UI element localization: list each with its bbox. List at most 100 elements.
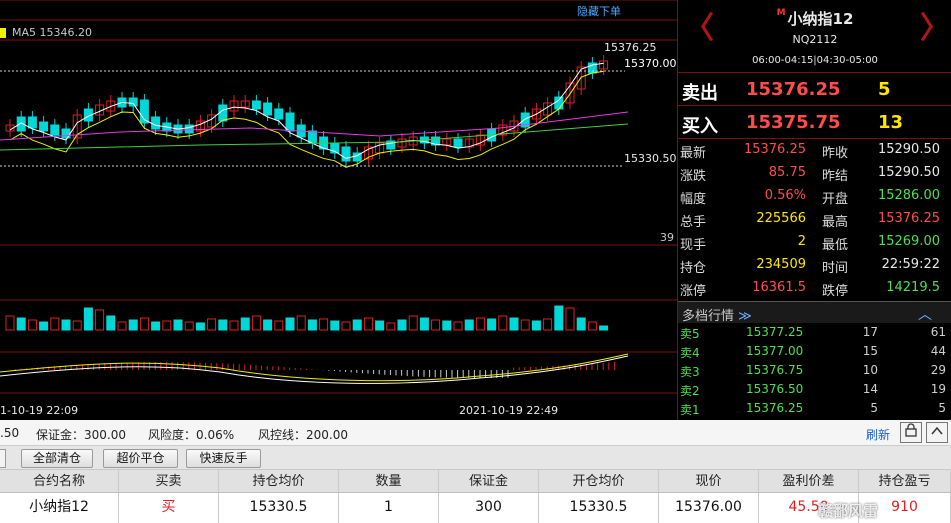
table-cell: 1	[339, 493, 439, 523]
volume-bar-up	[50, 317, 60, 331]
candle-down	[128, 97, 138, 107]
volume-bar-up	[319, 318, 329, 331]
volume-bar-up	[453, 321, 463, 331]
quote-value: 15269.00	[877, 234, 940, 249]
depth-row[interactable]: 卖3 15376.75 10 29	[678, 363, 951, 379]
table-cell: 300	[439, 493, 539, 523]
watermark: 赣鄱风雷	[818, 502, 879, 520]
position-panel: .50 保证金：300.00 风险度：0.06% 风控线：200.00 刷新 全…	[0, 420, 951, 523]
depth-label: 卖2	[680, 384, 700, 398]
column-header[interactable]: 开仓均价	[539, 470, 659, 492]
volume-bar-down	[531, 320, 541, 331]
volume-bar-down	[352, 319, 362, 331]
collapse-icon[interactable]: ︿	[918, 304, 932, 324]
quote-value: 15286.00	[877, 188, 940, 203]
super-close-button[interactable]: 超价平仓	[103, 449, 178, 468]
depth-qty-total: 44	[930, 344, 946, 358]
symbol-header: 〈 〉 M 小纳指12 NQ2112 06:00-04:15|04:30-05:0…	[678, 0, 951, 73]
column-header[interactable]: 持仓均价	[219, 470, 339, 492]
volume-axis-label: 39	[660, 231, 674, 244]
volume-bar-down	[442, 320, 452, 331]
volume-bar-down	[285, 317, 295, 331]
expand-icon[interactable]: ≫	[738, 309, 752, 324]
trading-app: MA5 15346.20 隐藏下单 15376.25 15370.00 1533…	[0, 0, 951, 523]
volume-bar-up	[72, 320, 82, 331]
quote-label: 开盘	[822, 192, 849, 207]
buy-row[interactable]: 买入 15375.75 13	[678, 106, 951, 139]
dif-line	[0, 355, 629, 384]
volume-bar-up	[386, 322, 396, 331]
close-all-button[interactable]: 全部清仓	[21, 449, 93, 468]
reverse-button[interactable]: 快速反手	[186, 449, 261, 468]
volume-bar-up	[341, 321, 351, 331]
hide-order-link[interactable]: 隐藏下单	[577, 5, 621, 18]
depth-row[interactable]: 卖5 15377.25 17 61	[678, 325, 951, 341]
time-label-mid: 2021-10-19 22:49	[459, 404, 558, 417]
depth-qty: 17	[862, 325, 878, 339]
column-header[interactable]: 持仓盈亏	[859, 470, 951, 492]
depth-row[interactable]: 卖1 15376.25 5 5	[678, 401, 951, 417]
candle-down	[285, 112, 295, 132]
candle-down	[151, 116, 161, 130]
quote-label: 最高	[822, 215, 849, 230]
depth-row[interactable]: 卖4 15377.00 15 44	[678, 344, 951, 360]
refresh-link[interactable]: 刷新	[866, 426, 890, 443]
quote-panel: 〈 〉 M 小纳指12 NQ2112 06:00-04:15|04:30-05:0…	[677, 0, 951, 420]
dea-line	[0, 353, 629, 382]
quote-value: 234509	[756, 257, 806, 272]
quote-label: 昨结	[822, 169, 849, 184]
column-header[interactable]: 买卖	[119, 470, 219, 492]
ma-legend-marker	[0, 28, 6, 38]
market-badge-icon: M	[776, 8, 786, 18]
depth-row[interactable]: 卖2 15376.50 14 19	[678, 382, 951, 398]
column-header[interactable]: 现价	[659, 470, 759, 492]
hidden-button-edge[interactable]	[0, 449, 6, 468]
volume-bar-down	[151, 321, 161, 331]
sell-row[interactable]: 卖出 15376.25 5	[678, 73, 951, 106]
column-header[interactable]: 盈利价差	[759, 470, 859, 492]
column-header[interactable]: 合约名称	[0, 470, 119, 492]
quote-value: 15376.25	[743, 142, 806, 157]
quote-value: 15376.25	[877, 211, 940, 226]
volume-bar-down	[39, 321, 49, 331]
depth-qty: 15	[862, 344, 878, 358]
table-row[interactable]: 小纳指12 买 15330.5 1 300 15330.5 15376.00 45.50 910	[0, 493, 951, 523]
volume-bar-up	[162, 320, 172, 331]
quote-label: 总手	[680, 215, 707, 230]
candle-down	[50, 124, 60, 136]
volume-bar-up	[408, 315, 418, 331]
volume-bar-down	[240, 317, 250, 331]
volume-bar-up	[274, 320, 284, 331]
candle-down	[251, 100, 261, 110]
sell-label: 卖出	[682, 83, 718, 104]
candle-down	[341, 146, 351, 162]
volume-bar-up	[520, 319, 530, 331]
candle-down	[274, 108, 284, 120]
high-price-label: 15376.25	[604, 41, 657, 54]
collapse-panel-icon[interactable]	[926, 422, 948, 443]
lock-icon[interactable]	[900, 422, 922, 443]
price-line-label: 15370.00	[624, 57, 677, 70]
candle-down	[184, 124, 194, 134]
quote-row: 涨跌 85.75 昨结 15290.50	[678, 162, 951, 185]
depth-price: 15377.25	[746, 325, 804, 339]
volume-bar-up	[296, 315, 306, 331]
table-cell: 小纳指12	[0, 493, 119, 523]
kline-chart-panel[interactable]: MA5 15346.20 隐藏下单 15376.25 15370.00 1533…	[0, 0, 677, 420]
column-header[interactable]: 保证金	[439, 470, 539, 492]
quote-value: 15290.50	[877, 165, 940, 180]
volume-bar-down	[554, 305, 564, 331]
quote-row: 总手 225566 最高 15376.25	[678, 208, 951, 231]
volume-bar-up	[587, 321, 597, 331]
account-bar: .50 保证金：300.00 风险度：0.06% 风控线：200.00 刷新	[0, 420, 951, 446]
quote-label: 昨收	[822, 146, 849, 161]
volume-bar-up	[184, 321, 194, 331]
quote-value: 0.56%	[764, 188, 806, 203]
depth-header[interactable]: 多档行情 ≫ ︿	[678, 301, 951, 324]
depth-title-text: 多档行情	[682, 309, 735, 324]
depth-label: 卖1	[680, 403, 700, 417]
kline-chart[interactable]: MA5 15346.20 隐藏下单 15376.25 15370.00 1533…	[0, 0, 677, 420]
volume-bar-down	[576, 317, 586, 331]
quote-row: 涨停 16361.5 跌停 14219.5	[678, 277, 951, 300]
column-header[interactable]: 数量	[339, 470, 439, 492]
